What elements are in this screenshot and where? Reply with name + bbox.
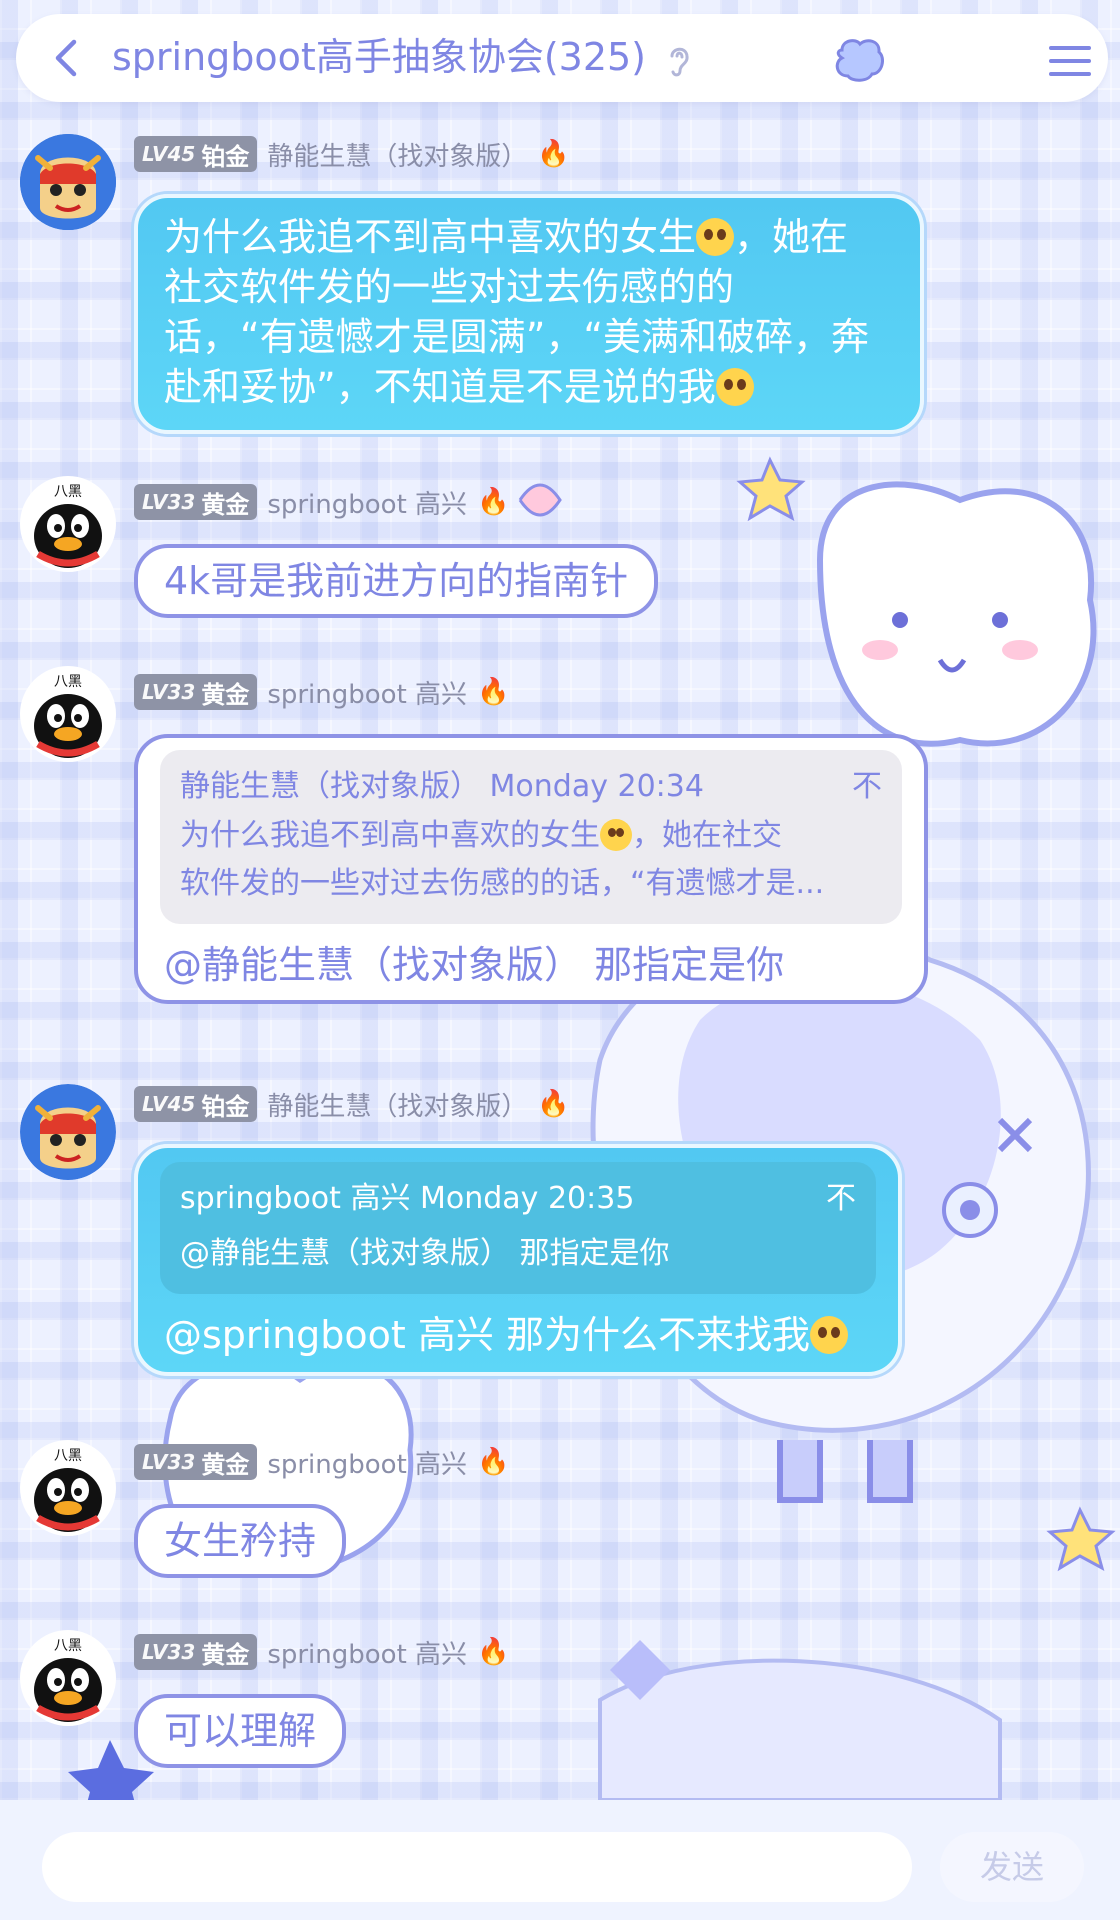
ear-icon[interactable] [666,44,692,78]
level-badge: LV33 黄金 [134,1634,258,1670]
pleading-emoji-icon [809,1316,848,1354]
send-button[interactable]: 发送 [940,1832,1084,1902]
pleading-emoji-icon [696,218,735,256]
pleading-emoji-icon [600,819,632,851]
fire-icon: 🔥 [477,1447,510,1477]
penguin-avatar[interactable]: 八黑 [20,1630,116,1726]
sender-meta: LV33 黄金 springboot 高兴 🔥 [134,482,509,522]
fire-icon: 🔥 [537,139,570,169]
sender-name[interactable]: 静能生慧（找对象版） [267,1086,527,1123]
message-bubble[interactable]: 可以理解 [134,1694,347,1768]
pleading-emoji-icon [715,368,754,406]
quote-text: 为什么我追不到高中喜欢的女生 ，她在社交 软件发的一些对过去伤感的的话，“有遗憾才… [180,818,825,901]
level-badge: LV45 铂金 [134,1086,258,1122]
quote-author-time: springboot 高兴 Monday 20:35 [180,1181,635,1216]
message-input[interactable] [42,1832,912,1902]
level-badge: LV45 铂金 [134,136,258,172]
penguin-avatar[interactable]: 八黑 [20,666,116,762]
level-badge: LV33 黄金 [134,1444,258,1480]
sender-meta: LV33 黄金 springboot 高兴 🔥 [134,1632,509,1672]
quote-author-time: 静能生慧（找对象版） Monday 20:34 [180,769,704,804]
red-dragon-avatar[interactable] [20,134,116,230]
pin-top-icon[interactable]: 不 [852,766,882,808]
fire-icon: 🔥 [477,1637,510,1667]
fire-icon: 🔥 [477,487,510,517]
input-bar: 发送 [0,1800,1120,1920]
red-dragon-avatar[interactable] [20,1084,116,1180]
sender-name[interactable]: 静能生慧（找对象版） [267,136,527,173]
svg-text:八黑: 八黑 [54,1448,82,1464]
level-badge: LV33 黄金 [134,484,258,520]
back-arrow-icon[interactable] [46,36,90,80]
svg-text:八黑: 八黑 [54,674,82,690]
sender-meta: LV45 铂金 静能生慧（找对象版） 🔥 [134,1084,570,1124]
svg-text:八黑: 八黑 [54,484,82,500]
quote-text: @静能生慧（找对象版） 那指定是你 [180,1236,670,1271]
quoted-message[interactable]: springboot 高兴 Monday 20:35 不 @静能生慧（找对象版）… [160,1162,876,1294]
chat-title[interactable]: springboot高手抽象协会(325) [112,32,646,82]
penguin-avatar[interactable]: 八黑 [20,476,116,572]
message-text: @静能生慧（找对象版） 那指定是你 [164,943,785,987]
fire-icon: 🔥 [477,677,510,707]
message-bubble[interactable]: springboot 高兴 Monday 20:35 不 @静能生慧（找对象版）… [134,1144,902,1376]
pin-top-icon[interactable]: 不 [826,1178,856,1220]
top-bar: springboot高手抽象协会(325) [16,14,1108,102]
message-bubble[interactable]: 为什么我追不到高中喜欢的女生 ，她在 社交软件发的一些对过去伤感的的 话，“有遗憾… [134,194,924,434]
menu-icon[interactable] [1048,44,1092,78]
sender-name[interactable]: springboot 高兴 [267,674,467,711]
message-bubble[interactable]: 静能生慧（找对象版） Monday 20:34 不 为什么我追不到高中喜欢的女生… [134,734,928,1004]
cloud-icon[interactable] [832,36,886,84]
message-bubble[interactable]: 女生矜持 [134,1504,347,1578]
quoted-message[interactable]: 静能生慧（找对象版） Monday 20:34 不 为什么我追不到高中喜欢的女生… [160,750,902,924]
sender-name[interactable]: springboot 高兴 [267,1444,467,1481]
sender-name[interactable]: springboot 高兴 [267,1634,467,1671]
sender-meta: LV33 黄金 springboot 高兴 🔥 [134,1442,509,1482]
penguin-avatar[interactable]: 八黑 [20,1440,116,1536]
sender-meta: LV45 铂金 静能生慧（找对象版） 🔥 [134,134,570,174]
message-bubble[interactable]: 4k哥是我前进方向的指南针 [134,544,659,618]
fire-icon: 🔥 [537,1089,570,1119]
svg-text:八黑: 八黑 [54,1638,82,1654]
level-badge: LV33 黄金 [134,674,258,710]
sender-meta: LV33 黄金 springboot 高兴 🔥 [134,672,509,712]
message-text: @springboot 高兴 那为什么不来找我 [160,1310,876,1360]
sender-name[interactable]: springboot 高兴 [267,484,467,521]
